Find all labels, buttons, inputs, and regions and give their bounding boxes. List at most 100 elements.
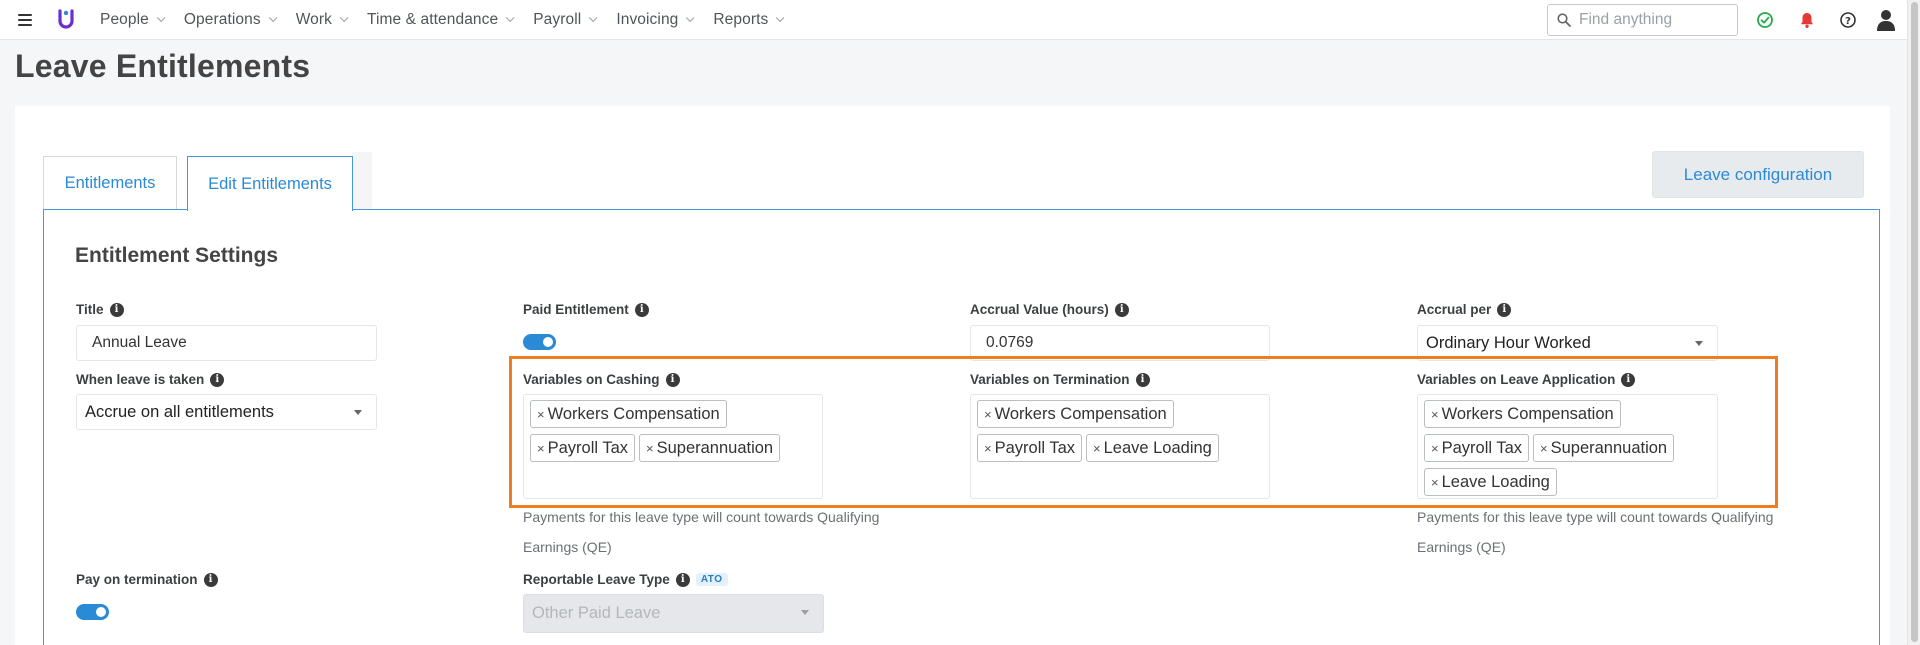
reportable-leave-type-label: Reportable Leave Type i ATO: [523, 572, 728, 587]
chip: × Leave Loading: [1086, 434, 1219, 462]
remove-chip-icon[interactable]: ×: [984, 441, 992, 456]
info-icon[interactable]: i: [109, 302, 124, 317]
caret-down-icon: [354, 410, 362, 415]
info-icon[interactable]: i: [675, 572, 690, 587]
variables-cashing-multiselect[interactable]: × Workers Compensation × Payroll Tax × Supe…: [523, 394, 823, 499]
label-text: Pay on termination: [76, 572, 198, 587]
chevron-down-icon: [339, 13, 349, 23]
when-leave-taken-select[interactable]: Accrue on all entitlements: [76, 394, 377, 430]
chip-label: Payroll Tax: [547, 438, 628, 457]
page-scrollbar[interactable]: [1907, 0, 1920, 645]
user-icon[interactable]: [1876, 8, 1896, 32]
label-text: Variables on Termination: [970, 372, 1130, 387]
label-text: Paid Entitlement: [523, 302, 629, 317]
help-line: Earnings (QE): [523, 539, 612, 555]
variables-termination-multiselect[interactable]: × Workers Compensation × Payroll Tax × Leav…: [970, 394, 1270, 499]
caret-down-icon: [801, 610, 809, 615]
variables-leave-application-label: Variables on Leave Application i: [1417, 372, 1636, 387]
label-text: Variables on Leave Application: [1417, 372, 1616, 387]
nav-label: People: [100, 11, 149, 28]
info-icon[interactable]: i: [665, 372, 680, 387]
nav-reports[interactable]: Reports: [713, 11, 785, 29]
nav-invoicing[interactable]: Invoicing: [616, 11, 695, 29]
help-line: Payments for this leave type will count …: [523, 509, 880, 525]
menu-icon[interactable]: [18, 14, 32, 26]
title-field[interactable]: Annual Leave: [76, 325, 377, 361]
scrollbar-thumb[interactable]: [1911, 2, 1918, 642]
pay-on-termination-toggle[interactable]: [76, 604, 109, 620]
logo[interactable]: [57, 9, 75, 30]
nav-payroll[interactable]: Payroll: [533, 11, 598, 29]
remove-chip-icon[interactable]: ×: [984, 407, 992, 422]
chip: × Payroll Tax: [977, 434, 1082, 462]
when-leave-taken-label: When leave is taken i: [76, 372, 225, 387]
remove-chip-icon[interactable]: ×: [1431, 475, 1439, 490]
leave-configuration-button[interactable]: Leave configuration: [1652, 151, 1864, 198]
tab-edit-entitlements[interactable]: Edit Entitlements: [187, 156, 353, 211]
remove-chip-icon[interactable]: ×: [646, 441, 654, 456]
select-value: Other Paid Leave: [532, 604, 661, 622]
top-nav: People Operations Work Time & attendance…: [0, 0, 1907, 40]
remove-chip-icon[interactable]: ×: [1540, 441, 1548, 456]
chevron-down-icon: [589, 13, 598, 23]
info-icon[interactable]: i: [1497, 302, 1512, 317]
info-icon[interactable]: i: [1114, 302, 1129, 317]
chip: × Superannuation: [639, 434, 781, 462]
help-line: Earnings (QE): [1417, 539, 1506, 555]
chip: × Workers Compensation: [977, 400, 1174, 428]
nav-label: Payroll: [533, 11, 582, 28]
remove-chip-icon[interactable]: ×: [537, 441, 545, 456]
remove-chip-icon[interactable]: ×: [1431, 441, 1439, 456]
chip-label: Workers Compensation: [994, 404, 1167, 423]
chevron-down-icon: [268, 13, 278, 23]
search-icon: [1557, 13, 1571, 27]
tab-entitlements[interactable]: Entitlements: [43, 156, 177, 210]
qe-help-text: Payments for this leave type will count …: [1417, 502, 1773, 562]
label-text: Variables on Cashing: [523, 372, 660, 387]
chip-label: Workers Compensation: [547, 404, 720, 423]
accrual-value-label: Accrual Value (hours) i: [970, 302, 1129, 317]
search-input[interactable]: [1579, 11, 1729, 29]
remove-chip-icon[interactable]: ×: [1093, 441, 1101, 456]
remove-chip-icon[interactable]: ×: [537, 407, 545, 422]
nav-people[interactable]: People: [100, 11, 166, 29]
variables-termination-label: Variables on Termination i: [970, 372, 1150, 387]
nav-label: Reports: [713, 11, 769, 28]
label-text: When leave is taken: [76, 372, 205, 387]
info-icon[interactable]: i: [203, 572, 218, 587]
chip: × Payroll Tax: [1424, 434, 1529, 462]
info-icon[interactable]: i: [634, 302, 649, 317]
bell-icon[interactable]: [1798, 11, 1816, 29]
info-icon[interactable]: i: [1621, 372, 1636, 387]
section-title: Entitlement Settings: [75, 244, 279, 267]
qe-help-text: Payments for this leave type will count …: [523, 502, 879, 562]
nav-work[interactable]: Work: [296, 11, 349, 29]
chip: × Workers Compensation: [530, 400, 727, 428]
nav-operations[interactable]: Operations: [184, 11, 278, 29]
label-text: Reportable Leave Type: [523, 572, 670, 587]
chevron-down-icon: [506, 13, 515, 23]
help-icon[interactable]: ?: [1839, 11, 1857, 29]
check-circle-icon[interactable]: [1756, 11, 1774, 29]
remove-chip-icon[interactable]: ×: [1431, 407, 1439, 422]
label-text: Title: [76, 302, 104, 317]
chip-label: Superannuation: [656, 438, 774, 457]
accrual-per-select[interactable]: Ordinary Hour Worked: [1417, 325, 1718, 361]
paid-entitlement-label: Paid Entitlement i: [523, 302, 649, 317]
pay-on-termination-label: Pay on termination i: [76, 572, 218, 587]
paid-entitlement-toggle[interactable]: [523, 334, 556, 350]
variables-leave-application-multiselect[interactable]: × Workers Compensation × Payroll Tax × Supe…: [1417, 394, 1718, 499]
info-icon[interactable]: i: [1135, 372, 1150, 387]
info-icon[interactable]: i: [210, 372, 225, 387]
ato-badge: ATO: [695, 573, 728, 586]
chevron-down-icon: [686, 13, 695, 23]
accrual-value-field[interactable]: 0.0769: [970, 325, 1270, 361]
reportable-leave-type-select: Other Paid Leave: [523, 594, 824, 633]
title-label: Title i: [76, 302, 124, 317]
nav-label: Time & attendance: [367, 11, 499, 28]
main-menu: People Operations Work Time & attendance…: [100, 0, 803, 40]
accrual-per-label: Accrual per i: [1417, 302, 1512, 317]
variables-cashing-label: Variables on Cashing i: [523, 372, 680, 387]
chip: × Payroll Tax: [530, 434, 635, 462]
nav-time-attendance[interactable]: Time & attendance: [367, 11, 515, 29]
